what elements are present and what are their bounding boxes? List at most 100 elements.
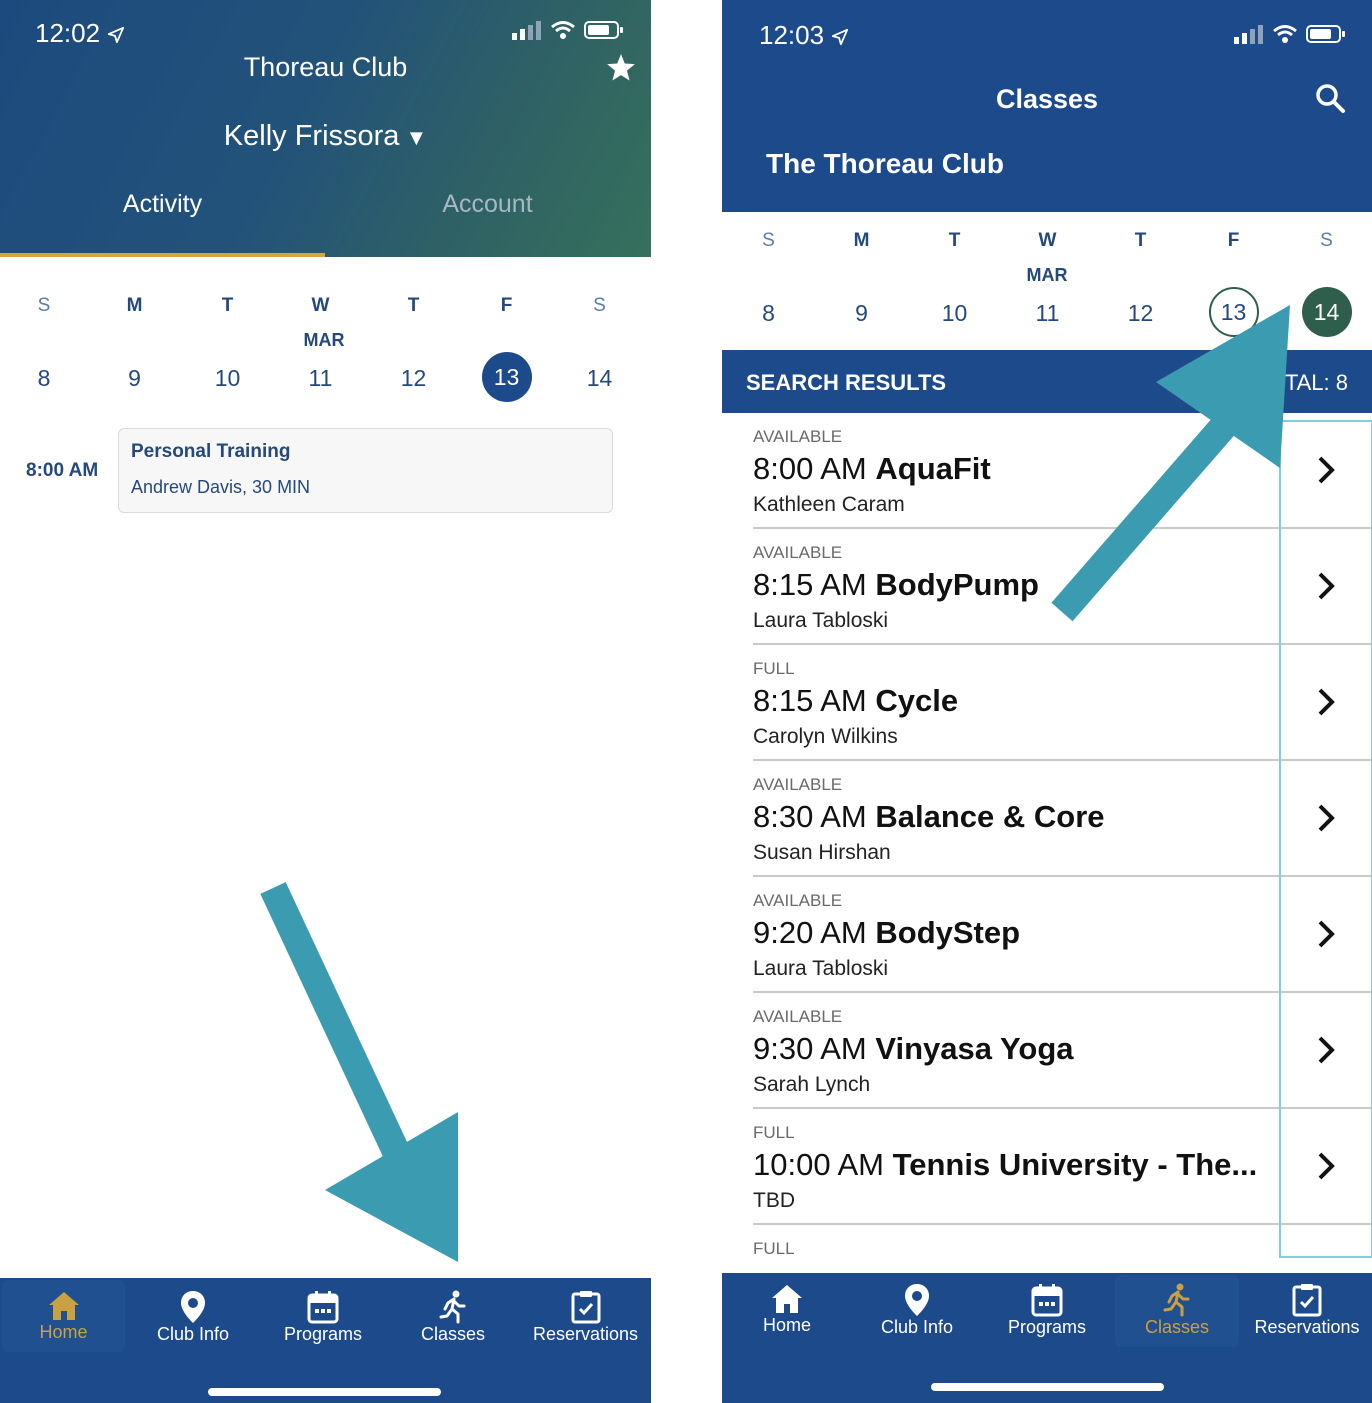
dow-label: W bbox=[311, 295, 330, 316]
dow-label: T bbox=[221, 295, 234, 316]
home-icon bbox=[48, 1292, 79, 1320]
tab-classes[interactable]: Classes bbox=[1115, 1275, 1239, 1347]
tab-club-info[interactable]: Club Info bbox=[852, 1283, 982, 1338]
class-status: AVAILABLE bbox=[753, 891, 843, 910]
tab-reservations[interactable]: Reservations bbox=[520, 1290, 651, 1345]
class-instructor: Sarah Lynch bbox=[753, 1073, 871, 1096]
tab-classes[interactable]: Classes bbox=[390, 1290, 516, 1345]
class-time: 8:30 AM bbox=[753, 799, 867, 834]
tab-label: Home bbox=[762, 1315, 811, 1335]
day-cell[interactable]: 11 bbox=[1001, 287, 1094, 337]
dow-label: S bbox=[1320, 230, 1333, 251]
tab-indicator bbox=[0, 253, 325, 257]
class-status: FULL bbox=[753, 1123, 795, 1142]
day-cell[interactable]: 11 bbox=[274, 352, 367, 402]
week-day-row: 8 9 10 11 12 13 14 bbox=[0, 352, 646, 402]
day-cell[interactable]: 8 bbox=[0, 352, 88, 402]
class-name: BodyStep bbox=[875, 915, 1021, 950]
tab-label: Reservations bbox=[1254, 1317, 1360, 1337]
class-instructor: TBD bbox=[753, 1189, 795, 1212]
home-indicator[interactable] bbox=[208, 1388, 441, 1396]
dow-label: F bbox=[500, 295, 513, 316]
classes-screen: 12:03 Classes The Thoreau Club S M T W T… bbox=[722, 0, 1372, 1403]
class-status: FULL bbox=[753, 1239, 795, 1258]
dow-label: S bbox=[37, 295, 51, 316]
wifi-icon bbox=[551, 21, 575, 39]
search-icon[interactable] bbox=[1314, 82, 1346, 114]
dow-label: M bbox=[126, 295, 143, 316]
day-cell[interactable]: 9 bbox=[815, 287, 908, 337]
month-label: MAR bbox=[1026, 265, 1068, 285]
day-cell[interactable]: 8 bbox=[722, 287, 815, 337]
class-row[interactable]: AVAILABLE 8:30 AM Balance & Core Susan H… bbox=[753, 761, 1372, 877]
class-row[interactable]: FULL 10:00 AM Tennis University - The...… bbox=[753, 1109, 1372, 1225]
tab-programs[interactable]: Programs bbox=[982, 1283, 1112, 1338]
day-cell[interactable]: 10 bbox=[908, 287, 1001, 337]
location-arrow-icon bbox=[832, 29, 849, 46]
class-row[interactable]: FULL 8:15 AM Cycle Carolyn Wilkins bbox=[753, 645, 1372, 761]
status-icons bbox=[512, 20, 624, 40]
status-time: 12:02 bbox=[35, 18, 125, 49]
class-time: 9:20 AM bbox=[753, 915, 867, 950]
home-icon bbox=[772, 1285, 802, 1313]
class-name: Cycle bbox=[875, 683, 959, 718]
tab-home[interactable]: Home bbox=[2, 1280, 125, 1352]
search-results-label: SEARCH RESULTS bbox=[746, 370, 947, 395]
class-row[interactable]: AVAILABLE 8:15 AM BodyPump Laura Tablosk… bbox=[753, 529, 1372, 645]
tab-activity[interactable]: Activity bbox=[0, 190, 325, 219]
class-status: AVAILABLE bbox=[753, 1007, 843, 1026]
chevron-right-icon[interactable] bbox=[1316, 687, 1336, 717]
month-label: MAR bbox=[303, 330, 345, 350]
class-name: AquaFit bbox=[875, 451, 991, 486]
dow-label: F bbox=[1227, 230, 1240, 251]
class-row[interactable]: AVAILABLE 9:20 AM BodyStep Laura Tablosk… bbox=[753, 877, 1372, 993]
club-name: The Thoreau Club bbox=[766, 148, 1004, 179]
user-selector[interactable]: Kelly Frissora ▼ bbox=[0, 120, 651, 153]
chevron-right-icon[interactable] bbox=[1316, 1151, 1336, 1181]
user-name: Kelly Frissora bbox=[223, 120, 400, 152]
day-cell[interactable]: 9 bbox=[88, 352, 181, 402]
battery-icon bbox=[1306, 25, 1345, 43]
chevron-right-icon[interactable] bbox=[1316, 455, 1336, 485]
search-results-bar: SEARCH RESULTS TAL: 8 bbox=[722, 350, 1372, 413]
day-cell-selected[interactable]: 14 bbox=[1280, 287, 1372, 337]
tab-reservations[interactable]: Reservations bbox=[1242, 1283, 1372, 1338]
chevron-right-icon[interactable] bbox=[1316, 1035, 1336, 1065]
home-indicator[interactable] bbox=[931, 1383, 1164, 1391]
dow-label: T bbox=[1134, 230, 1147, 251]
map-pin-icon bbox=[905, 1284, 929, 1316]
tab-label: Club Info bbox=[156, 1324, 230, 1344]
chevron-right-icon[interactable] bbox=[1316, 571, 1336, 601]
activity-card[interactable]: Personal Training Andrew Davis, 30 MIN bbox=[118, 428, 613, 513]
tab-programs[interactable]: Programs bbox=[260, 1290, 386, 1345]
star-icon[interactable] bbox=[605, 52, 637, 84]
chevron-right-icon[interactable] bbox=[1316, 919, 1336, 949]
class-instructor: Laura Tabloski bbox=[753, 609, 889, 632]
day-cell[interactable]: 14 bbox=[553, 352, 646, 402]
class-status: AVAILABLE bbox=[753, 427, 843, 446]
class-instructor: Carolyn Wilkins bbox=[753, 725, 898, 748]
tab-label: Classes bbox=[420, 1324, 486, 1344]
day-cell-today[interactable]: 13 bbox=[1187, 287, 1280, 337]
tab-club-info[interactable]: Club Info bbox=[130, 1290, 256, 1345]
day-cell-selected[interactable]: 13 bbox=[460, 352, 553, 402]
class-time: 8:15 AM bbox=[753, 683, 867, 718]
location-arrow-icon bbox=[108, 27, 125, 44]
class-row[interactable]: AVAILABLE 8:00 AM AquaFit Kathleen Caram bbox=[753, 413, 1372, 529]
tab-account[interactable]: Account bbox=[325, 190, 650, 219]
battery-icon bbox=[584, 21, 623, 39]
day-cell[interactable]: 12 bbox=[367, 352, 460, 402]
class-name: Vinyasa Yoga bbox=[875, 1031, 1074, 1066]
signal-icon bbox=[1234, 25, 1263, 44]
dow-label: W bbox=[1038, 230, 1057, 251]
class-name: Tennis University - The... bbox=[892, 1147, 1258, 1182]
chevron-right-icon[interactable] bbox=[1316, 803, 1336, 833]
clipboard-check-icon bbox=[571, 1291, 600, 1324]
day-cell[interactable]: 12 bbox=[1094, 287, 1187, 337]
tab-label: Reservations bbox=[532, 1324, 639, 1344]
class-row[interactable]: AVAILABLE 9:30 AM Vinyasa Yoga Sarah Lyn… bbox=[753, 993, 1372, 1109]
class-status: FULL bbox=[753, 659, 795, 678]
tab-home[interactable]: Home bbox=[722, 1283, 852, 1336]
class-instructor: Laura Tabloski bbox=[753, 957, 889, 980]
day-cell[interactable]: 10 bbox=[181, 352, 274, 402]
